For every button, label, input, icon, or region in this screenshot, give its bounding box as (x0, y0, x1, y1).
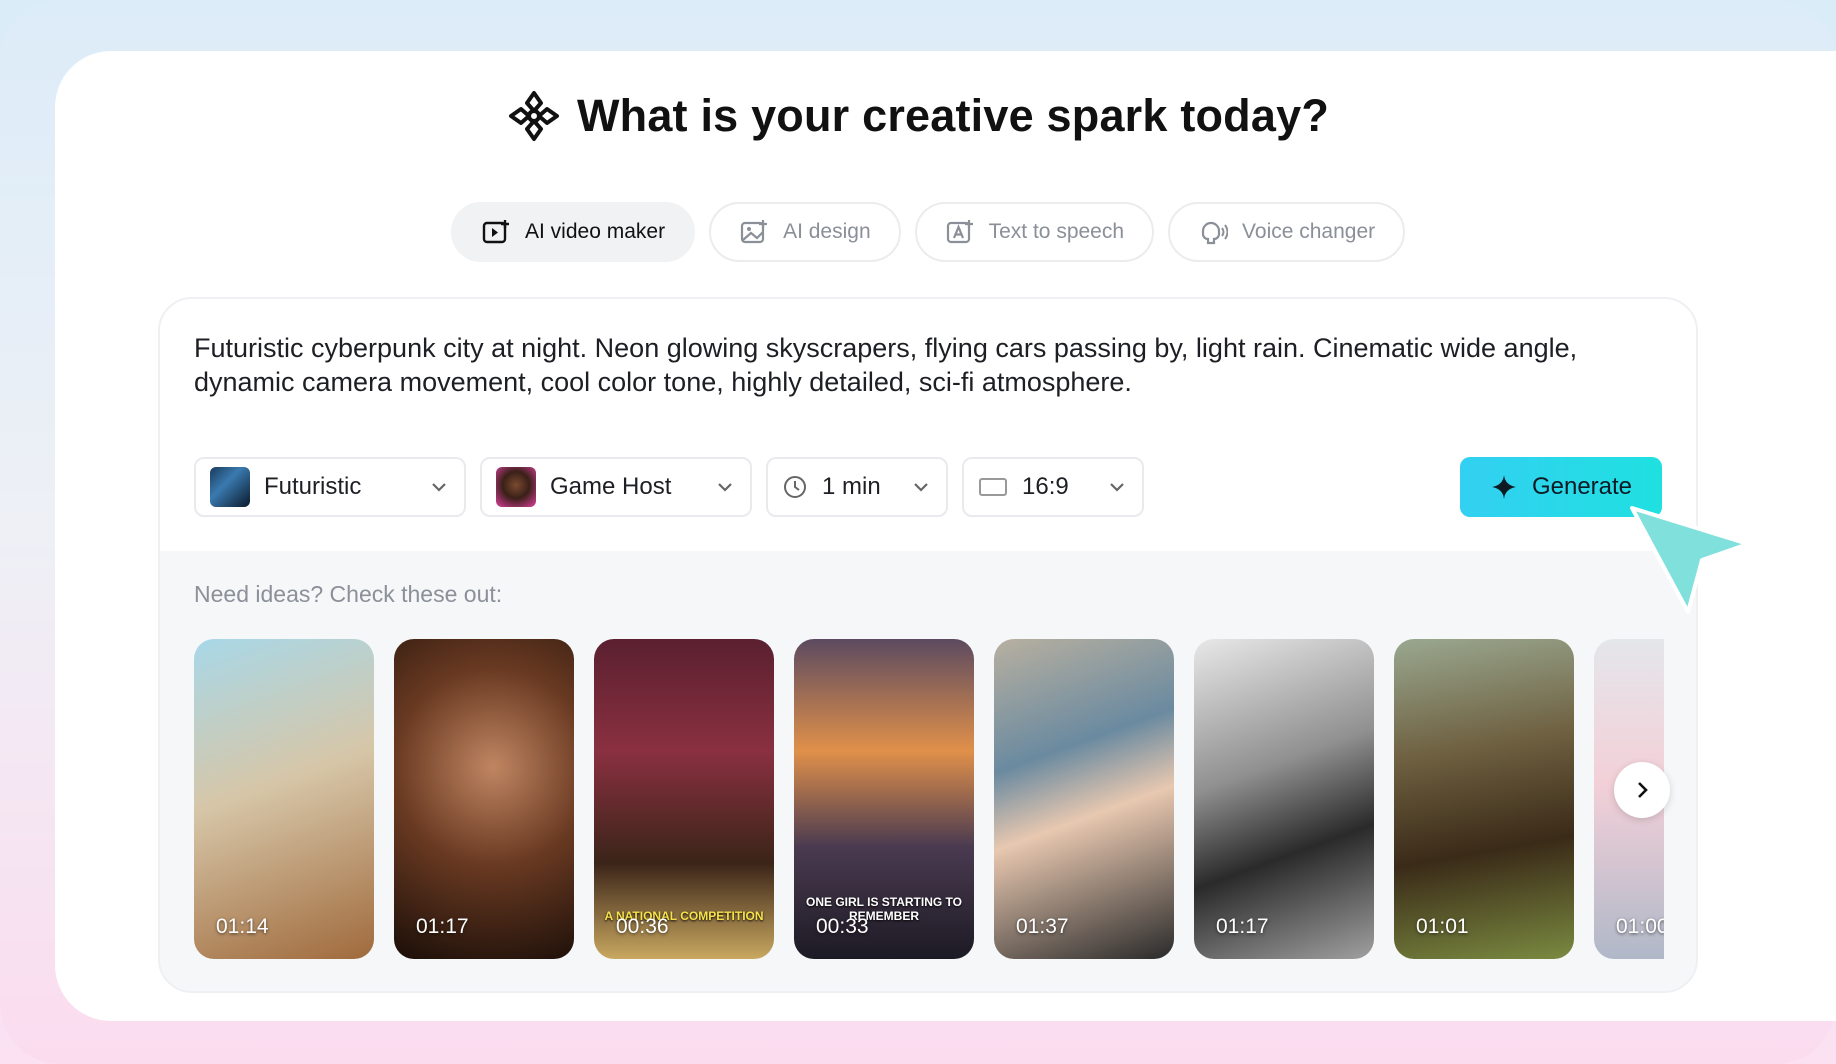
video-duration: 00:36 (616, 915, 669, 938)
generate-label: Generate (1531, 473, 1633, 500)
voice-icon (1201, 221, 1229, 245)
video-duration: 00:33 (816, 915, 869, 938)
avatar-select[interactable]: Game Host (480, 457, 752, 517)
tab-label: Text to speech (988, 220, 1125, 243)
video-thumbnail[interactable]: 01:14 (194, 639, 374, 959)
tab-ai-video-maker[interactable]: AI video maker (451, 202, 696, 262)
video-duration: 01:01 (1416, 915, 1469, 938)
tab-text-to-speech[interactable]: Text to speech (914, 202, 1155, 262)
ratio-select[interactable]: 16:9 (962, 457, 1144, 517)
avatar-thumbnail (496, 467, 536, 507)
tab-ai-design[interactable]: AI design (709, 202, 901, 262)
sparkle-icon (1491, 475, 1516, 499)
ideas-gallery: 01:14 01:17 A NATIONAL COMPETITION 00:36… (194, 639, 1664, 959)
video-duration: 01:00 (1616, 915, 1664, 938)
style-thumbnail (210, 467, 250, 507)
tool-tabs: AI video maker AI design Text to speech … (451, 202, 1406, 262)
video-thumbnail[interactable]: 01:17 (1194, 639, 1374, 959)
video-thumbnail[interactable]: 01:17 (394, 639, 574, 959)
duration-select[interactable]: 1 min (766, 457, 948, 517)
clock-icon (784, 476, 806, 498)
ideas-label: Need ideas? Check these out: (194, 581, 503, 607)
spark-logo-icon (508, 91, 559, 141)
video-duration: 01:37 (1016, 915, 1069, 938)
tab-label: Voice changer (1242, 220, 1376, 243)
chevron-down-icon (432, 483, 446, 492)
video-thumbnail[interactable]: A NATIONAL COMPETITION 00:36 (594, 639, 774, 959)
controls-row: Futuristic Game Host 1 min 16:9 (194, 457, 1144, 517)
chevron-down-icon (914, 483, 928, 492)
image-plus-icon (740, 220, 768, 244)
video-thumbnail[interactable]: ONE GIRL IS STARTING TO REMEMBER 00:33 (794, 639, 974, 959)
video-duration: 01:17 (1216, 915, 1269, 938)
headline: What is your creative spark today? (0, 86, 1836, 146)
video-plus-icon (482, 220, 509, 244)
video-duration: 01:14 (216, 915, 269, 938)
prompt-panel: Futuristic cyberpunk city at night. Neon… (158, 297, 1698, 993)
chevron-down-icon (718, 483, 732, 492)
chevron-down-icon (1110, 483, 1124, 492)
style-value: Futuristic (264, 473, 362, 500)
prompt-input[interactable]: Futuristic cyberpunk city at night. Neon… (194, 331, 1664, 399)
tab-voice-changer[interactable]: Voice changer (1168, 202, 1406, 262)
avatar-value: Game Host (550, 473, 672, 500)
ratio-value: 16:9 (1022, 473, 1069, 500)
video-thumbnail[interactable]: 01:37 (994, 639, 1174, 959)
pointer-cursor-icon (1630, 506, 1750, 614)
chevron-right-icon (1638, 782, 1648, 798)
aspect-ratio-icon (979, 478, 1007, 496)
page-title: What is your creative spark today? (576, 90, 1330, 141)
video-duration: 01:17 (416, 915, 469, 938)
style-select[interactable]: Futuristic (194, 457, 466, 517)
gallery-next-button[interactable] (1614, 762, 1670, 818)
tab-label: AI design (783, 220, 871, 243)
text-speech-icon (946, 220, 973, 244)
duration-value: 1 min (822, 473, 881, 500)
video-thumbnail[interactable]: 01:01 (1394, 639, 1574, 959)
tab-label: AI video maker (525, 220, 666, 243)
prompt-area: Futuristic cyberpunk city at night. Neon… (160, 299, 1696, 551)
